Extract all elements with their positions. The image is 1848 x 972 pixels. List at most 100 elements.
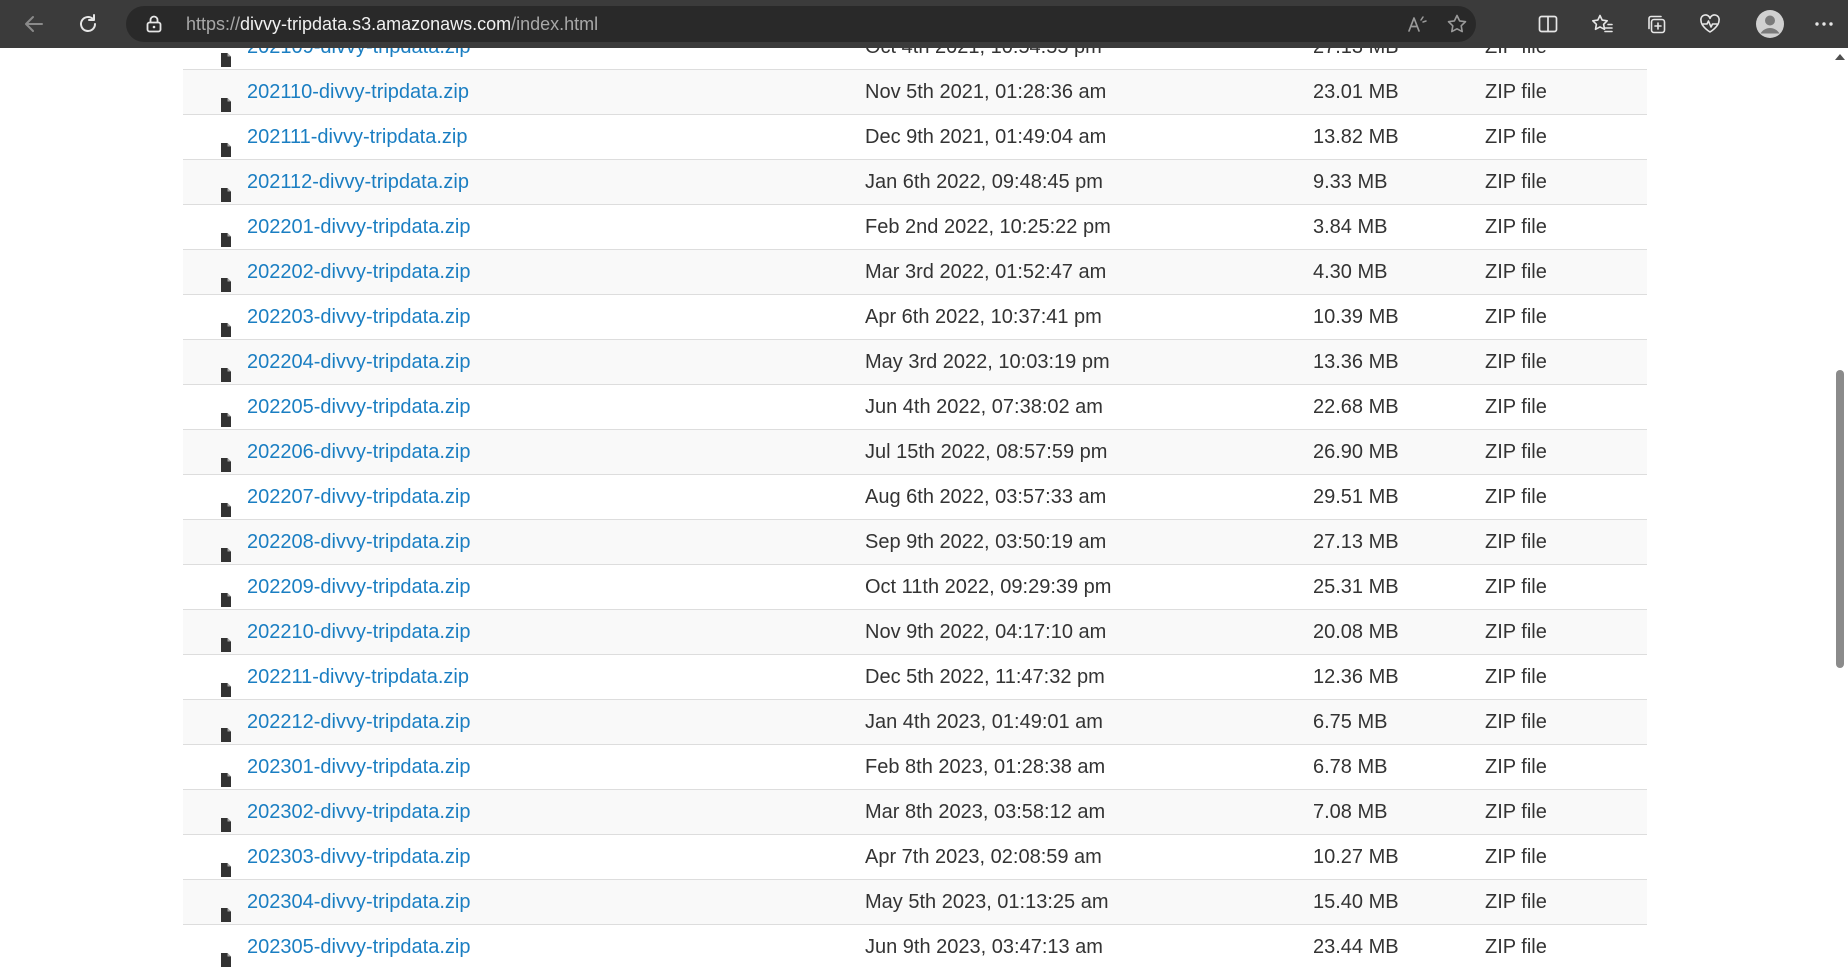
address-bar[interactable]: https://divvy-tripdata.s3.amazonaws.com/…: [126, 6, 1476, 42]
table-row: 202212-divvy-tripdata.zip Jan 4th 2023, 0…: [183, 699, 1647, 744]
file-name-cell: 202304-divvy-tripdata.zip: [247, 880, 470, 924]
table-row: 202112-divvy-tripdata.zip Jan 6th 2022, 0…: [183, 159, 1647, 204]
table-row: 202109-divvy-tripdata.zip Oct 4th 2021, 1…: [183, 48, 1647, 69]
split-screen-button[interactable]: [1530, 6, 1566, 42]
file-date: Jul 15th 2022, 08:57:59 pm: [865, 441, 1108, 463]
file-size: 23.44 MB: [1313, 936, 1399, 958]
table-row: 202211-divvy-tripdata.zip Dec 5th 2022, 1…: [183, 654, 1647, 699]
url-text[interactable]: https://divvy-tripdata.s3.amazonaws.com/…: [186, 6, 598, 42]
browser-toolbar: https://divvy-tripdata.s3.amazonaws.com/…: [0, 0, 1848, 48]
file-link[interactable]: 202112-divvy-tripdata.zip: [247, 171, 469, 193]
file-name-cell: 202303-divvy-tripdata.zip: [247, 835, 470, 879]
file-listing: 202109-divvy-tripdata.zip Oct 4th 2021, 1…: [183, 48, 1647, 969]
file-type: ZIP file: [1485, 846, 1547, 868]
file-link[interactable]: 202206-divvy-tripdata.zip: [247, 441, 470, 463]
file-size: 27.13 MB: [1313, 48, 1399, 69]
file-type: ZIP file: [1485, 486, 1547, 508]
file-date: Jun 4th 2022, 07:38:02 am: [865, 396, 1103, 418]
url-scheme: https://: [186, 14, 241, 34]
file-name-cell: 202302-divvy-tripdata.zip: [247, 790, 470, 834]
file-link[interactable]: 202207-divvy-tripdata.zip: [247, 486, 470, 508]
file-type: ZIP file: [1485, 666, 1547, 688]
file-name-cell: 202203-divvy-tripdata.zip: [247, 295, 470, 339]
file-date: Oct 11th 2022, 09:29:39 pm: [865, 576, 1112, 598]
file-link[interactable]: 202201-divvy-tripdata.zip: [247, 216, 470, 238]
lock-icon[interactable]: [146, 15, 162, 38]
performance-button[interactable]: [1692, 6, 1728, 42]
file-size: 7.08 MB: [1313, 801, 1388, 823]
refresh-button[interactable]: [70, 6, 106, 42]
file-link[interactable]: 202202-divvy-tripdata.zip: [247, 261, 470, 283]
back-button[interactable]: [16, 6, 52, 42]
file-type: ZIP file: [1485, 396, 1547, 418]
table-row: 202205-divvy-tripdata.zip Jun 4th 2022, 0…: [183, 384, 1647, 429]
file-link[interactable]: 202203-divvy-tripdata.zip: [247, 306, 470, 328]
file-date: Apr 6th 2022, 10:37:41 pm: [865, 306, 1102, 328]
file-size: 13.36 MB: [1313, 351, 1399, 373]
file-size: 13.82 MB: [1313, 126, 1399, 148]
file-size: 23.01 MB: [1313, 81, 1399, 103]
file-link[interactable]: 202111-divvy-tripdata.zip: [247, 126, 468, 148]
file-name-cell: 202201-divvy-tripdata.zip: [247, 205, 470, 249]
file-name-cell: 202301-divvy-tripdata.zip: [247, 745, 470, 789]
scroll-up-arrow-icon[interactable]: [1835, 54, 1845, 60]
file-link[interactable]: 202110-divvy-tripdata.zip: [247, 81, 469, 103]
file-link[interactable]: 202301-divvy-tripdata.zip: [247, 756, 470, 778]
file-date: Dec 5th 2022, 11:47:32 pm: [865, 666, 1105, 688]
table-row: 202201-divvy-tripdata.zip Feb 2nd 2022, 1…: [183, 204, 1647, 249]
file-link[interactable]: 202109-divvy-tripdata.zip: [247, 48, 470, 58]
file-date: Sep 9th 2022, 03:50:19 am: [865, 531, 1107, 553]
file-size: 4.30 MB: [1313, 261, 1388, 283]
file-date: Nov 9th 2022, 04:17:10 am: [865, 621, 1107, 643]
collections-button[interactable]: [1638, 6, 1674, 42]
table-row: 202301-divvy-tripdata.zip Feb 8th 2023, 0…: [183, 744, 1647, 789]
read-aloud-icon[interactable]: [1406, 13, 1428, 35]
file-type: ZIP file: [1485, 801, 1547, 823]
file-link[interactable]: 202205-divvy-tripdata.zip: [247, 396, 470, 418]
file-date: Feb 8th 2023, 01:28:38 am: [865, 756, 1106, 778]
table-row: 202210-divvy-tripdata.zip Nov 9th 2022, 0…: [183, 609, 1647, 654]
file-link[interactable]: 202209-divvy-tripdata.zip: [247, 576, 470, 598]
file-date: Mar 3rd 2022, 01:52:47 am: [865, 261, 1107, 283]
file-date: Jan 6th 2022, 09:48:45 pm: [865, 171, 1103, 193]
file-link[interactable]: 202302-divvy-tripdata.zip: [247, 801, 470, 823]
url-host: divvy-tripdata.s3.amazonaws.com: [240, 14, 512, 34]
more-icon: [1813, 13, 1835, 35]
star-icon[interactable]: [1446, 13, 1468, 35]
collections-icon: [1645, 13, 1667, 35]
file-type: ZIP file: [1485, 216, 1547, 238]
file-link[interactable]: 202210-divvy-tripdata.zip: [247, 621, 470, 643]
file-type: ZIP file: [1485, 621, 1547, 643]
file-link[interactable]: 202305-divvy-tripdata.zip: [247, 936, 470, 958]
file-type: ZIP file: [1485, 48, 1547, 69]
file-size: 25.31 MB: [1313, 576, 1399, 598]
profile-button[interactable]: [1752, 6, 1788, 42]
file-link[interactable]: 202304-divvy-tripdata.zip: [247, 891, 470, 913]
file-link[interactable]: 202211-divvy-tripdata.zip: [247, 666, 469, 688]
file-date: Aug 6th 2022, 03:57:33 am: [865, 486, 1107, 508]
scrollbar-thumb[interactable]: [1836, 370, 1844, 668]
file-date: Apr 7th 2023, 02:08:59 am: [865, 846, 1102, 868]
page-scrollbar[interactable]: [1830, 48, 1848, 972]
file-link[interactable]: 202212-divvy-tripdata.zip: [247, 711, 470, 733]
profile-avatar-icon: [1755, 9, 1785, 39]
file-type: ZIP file: [1485, 756, 1547, 778]
file-date: Oct 4th 2021, 10:54:55 pm: [865, 48, 1102, 69]
file-icon: [221, 939, 231, 972]
file-name-cell: 202202-divvy-tripdata.zip: [247, 250, 470, 294]
back-arrow-icon: [23, 13, 45, 35]
menu-button[interactable]: [1808, 6, 1840, 42]
page-viewport: 202109-divvy-tripdata.zip Oct 4th 2021, 1…: [0, 48, 1830, 972]
file-date: Mar 8th 2023, 03:58:12 am: [865, 801, 1106, 823]
file-type: ZIP file: [1485, 711, 1547, 733]
favorites-button[interactable]: [1584, 6, 1620, 42]
file-size: 22.68 MB: [1313, 396, 1399, 418]
file-link[interactable]: 202208-divvy-tripdata.zip: [247, 531, 470, 553]
heart-pulse-icon: [1698, 13, 1722, 35]
table-row: 202208-divvy-tripdata.zip Sep 9th 2022, 0…: [183, 519, 1647, 564]
table-row: 202203-divvy-tripdata.zip Apr 6th 2022, 1…: [183, 294, 1647, 339]
file-type: ZIP file: [1485, 576, 1547, 598]
file-link[interactable]: 202204-divvy-tripdata.zip: [247, 351, 470, 373]
split-screen-icon: [1537, 13, 1559, 35]
file-link[interactable]: 202303-divvy-tripdata.zip: [247, 846, 470, 868]
